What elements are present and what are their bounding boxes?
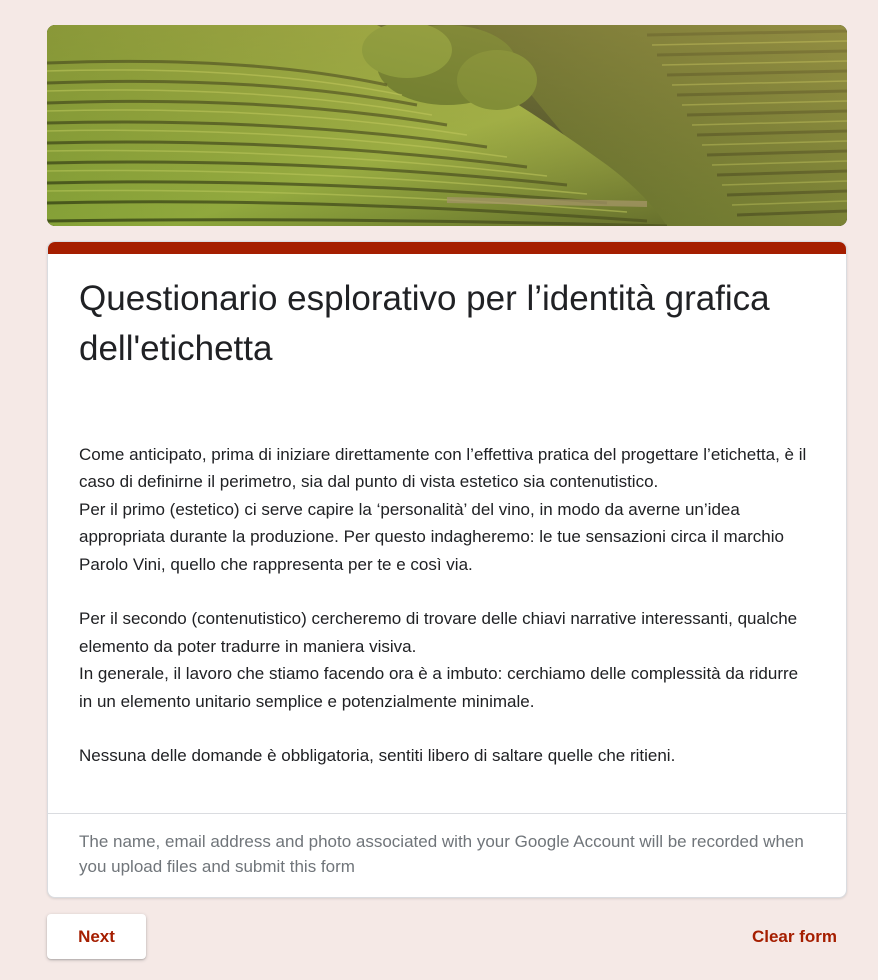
form-description: Come anticipato, prima di iniziare diret… [79, 441, 814, 770]
description-paragraph: Per il secondo (contenutistico) cerchere… [79, 609, 798, 656]
divider [48, 813, 846, 814]
clear-form-button[interactable]: Clear form [752, 919, 837, 955]
description-paragraph: Nessuna delle domande è obbligatoria, se… [79, 746, 676, 766]
form-title: Questionario esplorativo per l’identità … [79, 279, 770, 368]
description-paragraph: In generale, il lavoro che stiamo facend… [79, 664, 799, 711]
next-button[interactable]: Next [47, 914, 146, 959]
card-accent-bar [48, 242, 846, 254]
description-paragraph: Come anticipato, prima di iniziare diret… [79, 445, 807, 492]
description-paragraph: Per il primo (estetico) ci serve capire … [79, 499, 784, 574]
account-recording-notice: The name, email address and photo associ… [79, 832, 804, 876]
form-header-card: Questionario esplorativo per l’identità … [47, 241, 847, 898]
vineyard-terraces-header-image [47, 25, 847, 226]
